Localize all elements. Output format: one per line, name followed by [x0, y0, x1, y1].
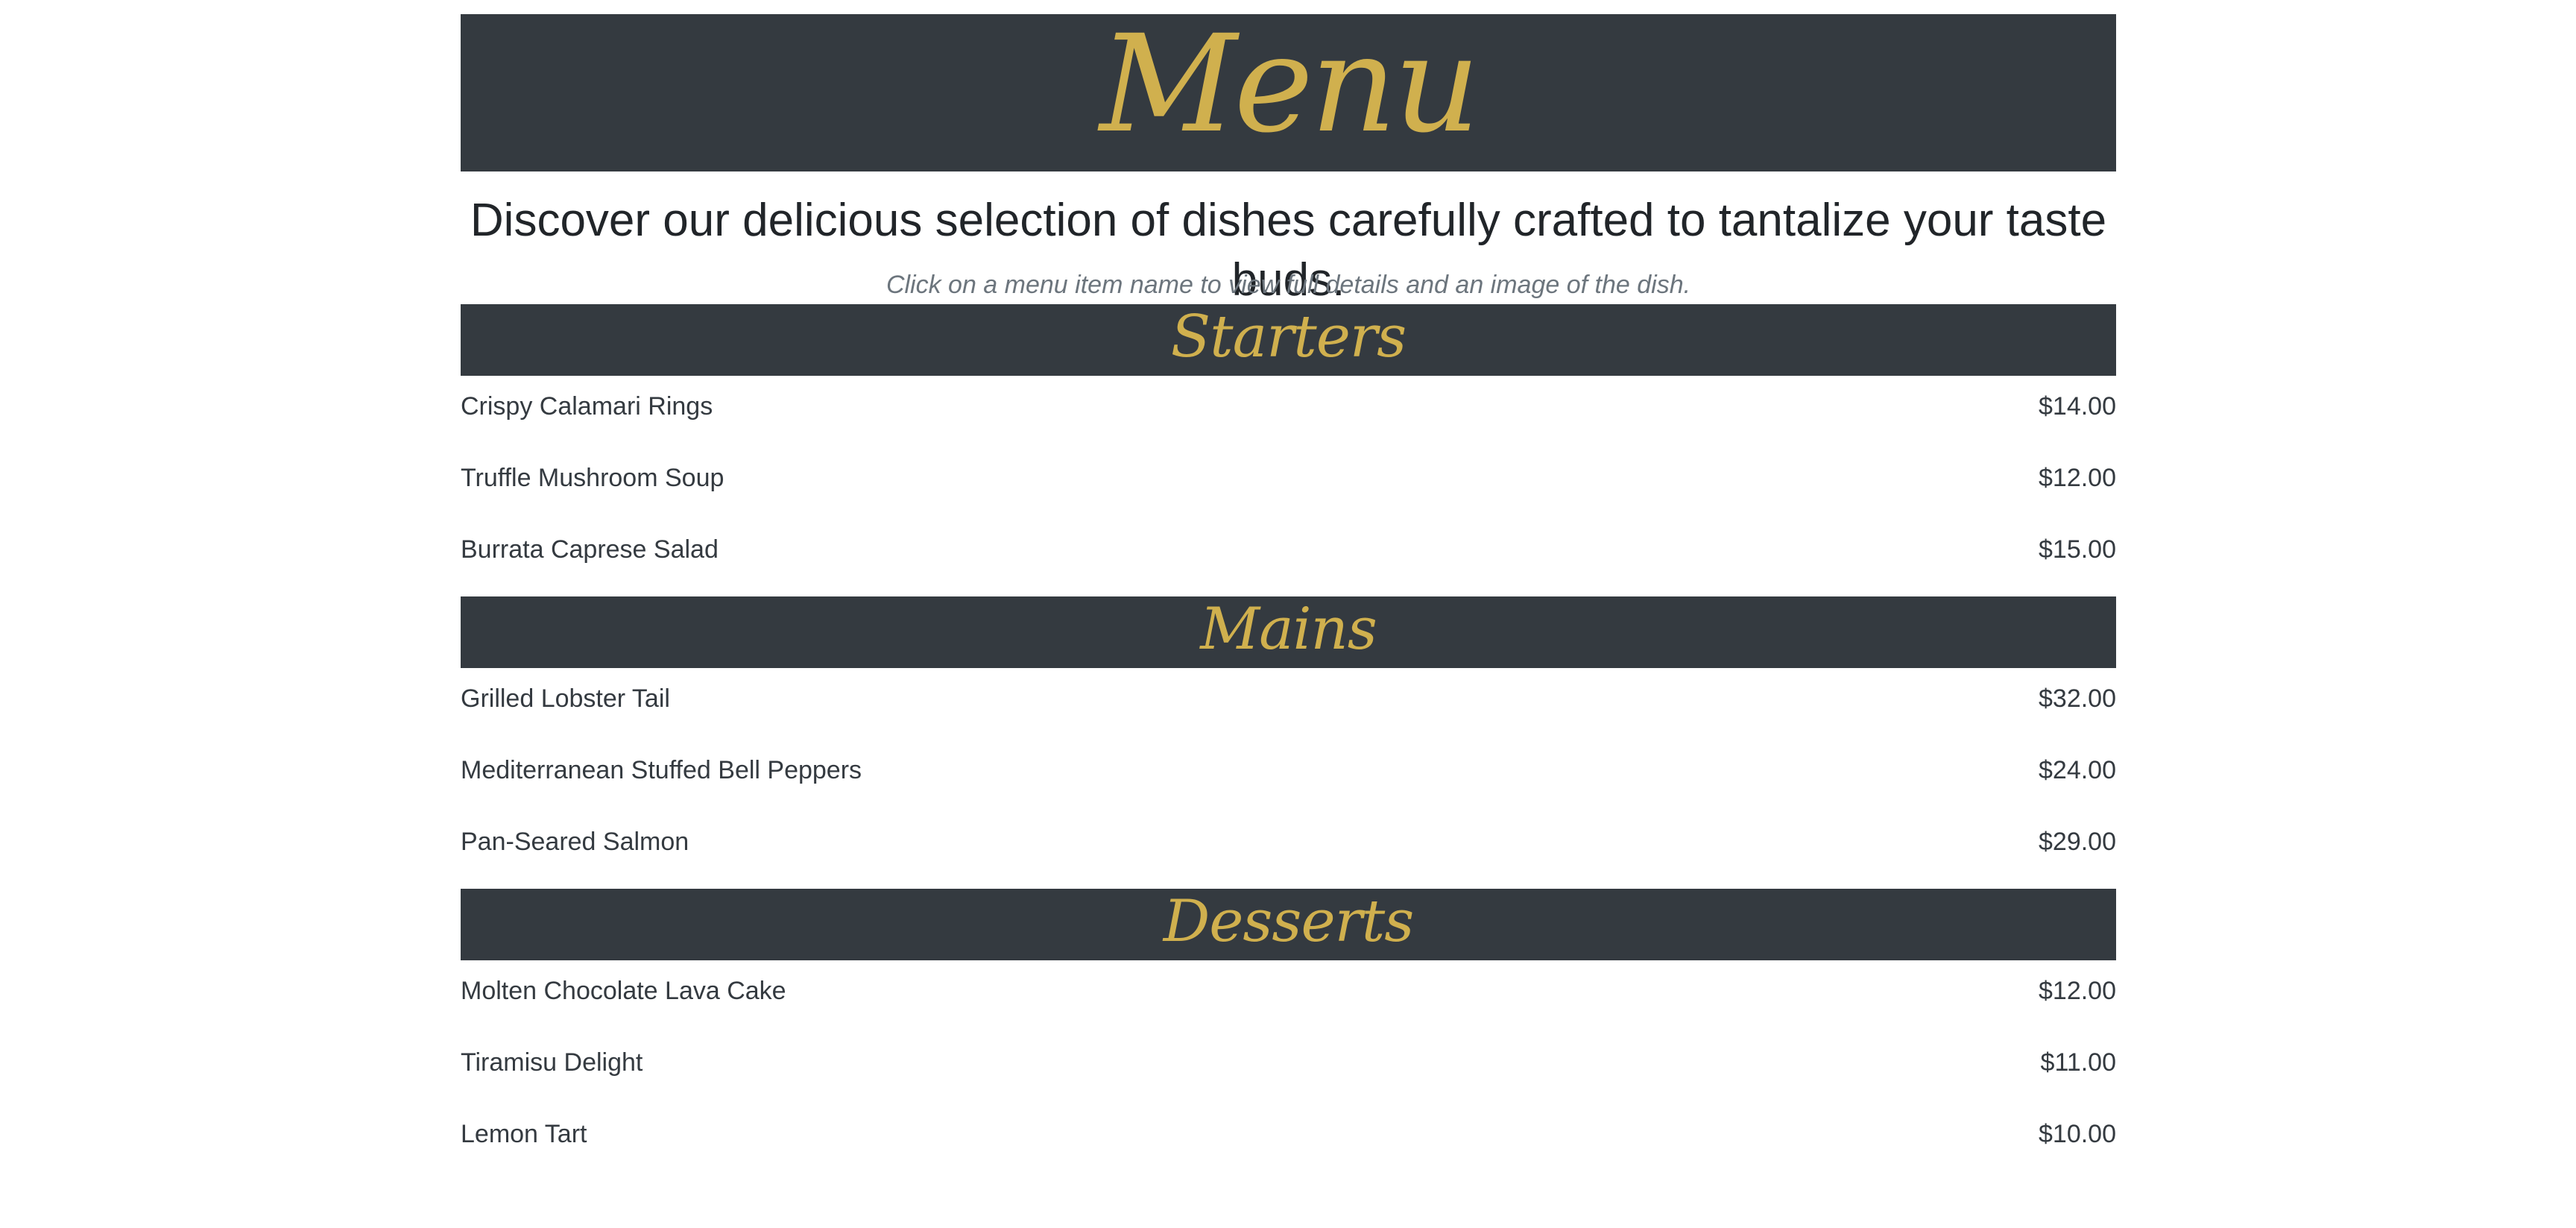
menu-item: Grilled Lobster Tail $32.00	[461, 683, 2116, 755]
menu-item: Mediterranean Stuffed Bell Peppers $24.0…	[461, 755, 2116, 826]
menu-item-name-link[interactable]: Burrata Caprese Salad	[461, 534, 719, 565]
menu-item-name-link[interactable]: Pan-Seared Salmon	[461, 826, 689, 857]
menu-item-list: Grilled Lobster Tail $32.00 Mediterranea…	[461, 668, 2116, 889]
menu-hint: Click on a menu item name to view full d…	[886, 271, 1691, 299]
menu-item-name-link[interactable]: Truffle Mushroom Soup	[461, 462, 724, 494]
menu-item: Pan-Seared Salmon $29.00	[461, 826, 2116, 877]
menu-item-name-link[interactable]: Tiramisu Delight	[461, 1047, 643, 1078]
menu-item-price: $14.00	[2039, 392, 2116, 421]
menu-item: Tiramisu Delight $11.00	[461, 1047, 2116, 1118]
menu-item: Truffle Mushroom Soup $12.00	[461, 462, 2116, 534]
section-title: Starters	[1170, 304, 1407, 371]
menu-item-price: $10.00	[2039, 1120, 2116, 1148]
page-title: Menu	[1099, 14, 1480, 163]
menu-item-price: $12.00	[2039, 977, 2116, 1005]
menu-item-price: $32.00	[2039, 684, 2116, 713]
menu-item-name-link[interactable]: Crispy Calamari Rings	[461, 391, 713, 422]
section-header: Mains	[461, 596, 2116, 668]
menu-item-price: $12.00	[2039, 464, 2116, 492]
menu-item-price: $15.00	[2039, 535, 2116, 564]
menu-item: Crispy Calamari Rings $14.00	[461, 391, 2116, 462]
section-desserts: Desserts Molten Chocolate Lava Cake $12.…	[461, 889, 2116, 1181]
section-title: Desserts	[1163, 889, 1415, 955]
section-title: Mains	[1200, 596, 1377, 663]
menu-banner: Menu	[461, 14, 2116, 171]
section-starters: Starters Crispy Calamari Rings $14.00 Tr…	[461, 304, 2116, 596]
menu-item-list: Crispy Calamari Rings $14.00 Truffle Mus…	[461, 376, 2116, 596]
menu-item-price: $24.00	[2039, 756, 2116, 784]
menu-item-price: $29.00	[2039, 828, 2116, 856]
menu-item-list: Molten Chocolate Lava Cake $12.00 Tirami…	[461, 960, 2116, 1181]
menu-item: Burrata Caprese Salad $15.00	[461, 534, 2116, 585]
menu-tagline: Discover our delicious selection of dish…	[470, 195, 2107, 306]
menu-item-name-link[interactable]: Mediterranean Stuffed Bell Peppers	[461, 755, 862, 786]
section-mains: Mains Grilled Lobster Tail $32.00 Medite…	[461, 596, 2116, 889]
menu-item-price: $11.00	[2040, 1048, 2116, 1077]
menu-item-name-link[interactable]: Grilled Lobster Tail	[461, 683, 670, 714]
menu-item: Molten Chocolate Lava Cake $12.00	[461, 975, 2116, 1047]
menu-item-name-link[interactable]: Lemon Tart	[461, 1118, 587, 1150]
menu-container: Menu Discover our delicious selection of…	[461, 0, 2116, 1181]
menu-item: Lemon Tart $10.00	[461, 1118, 2116, 1169]
section-header: Starters	[461, 304, 2116, 376]
section-header: Desserts	[461, 889, 2116, 960]
menu-item-name-link[interactable]: Molten Chocolate Lava Cake	[461, 975, 786, 1007]
